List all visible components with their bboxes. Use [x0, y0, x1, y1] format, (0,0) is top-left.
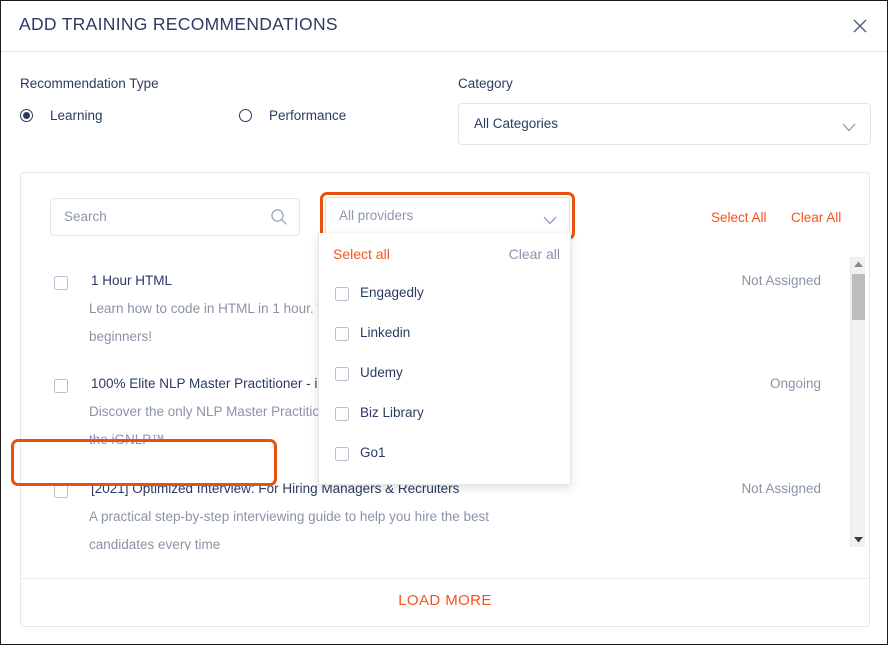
radio-learning-indicator: [20, 109, 33, 122]
category-label: Category: [458, 76, 513, 91]
search-placeholder: Search: [64, 209, 107, 224]
provider-clear-all-button[interactable]: Clear all: [509, 246, 560, 262]
course-checkbox[interactable]: [54, 379, 68, 393]
select-all-button[interactable]: Select All: [711, 210, 767, 225]
category-select-value: All Categories: [474, 116, 559, 131]
radio-performance[interactable]: Performance: [239, 108, 346, 123]
close-icon[interactable]: [847, 13, 873, 39]
provider-option-label: Engagedly: [360, 285, 424, 300]
provider-select-all-button[interactable]: Select all: [333, 246, 390, 262]
course-status: Ongoing: [769, 376, 821, 391]
modal-header: ADD TRAINING RECOMMENDATIONS: [1, 1, 887, 52]
provider-option-biz-library[interactable]: Biz Library: [319, 395, 572, 435]
provider-option-engagedly[interactable]: Engagedly: [319, 275, 572, 315]
search-icon[interactable]: [270, 208, 288, 226]
chevron-down-icon: [543, 212, 557, 225]
provider-checkbox[interactable]: [335, 447, 349, 461]
provider-option-label: Linkedin: [360, 325, 411, 340]
provider-option-go1[interactable]: Go1: [319, 435, 572, 475]
course-list-scrollbar[interactable]: [850, 257, 865, 547]
provider-option-label: Biz Library: [360, 405, 424, 420]
provider-checkbox[interactable]: [335, 407, 349, 421]
provider-dropdown-panel: Select all Clear all Engagedly Linkedin …: [318, 233, 571, 485]
course-description-line2: candidates every time: [89, 537, 221, 550]
provider-checkbox[interactable]: [335, 327, 349, 341]
course-checkbox[interactable]: [54, 276, 68, 290]
load-more-bar: LOAD MORE: [21, 578, 869, 626]
chevron-down-icon: [842, 119, 856, 132]
provider-option-label: Udemy: [360, 365, 403, 380]
triangle-up-icon[interactable]: [851, 257, 866, 272]
clear-all-button[interactable]: Clear All: [791, 210, 841, 225]
course-status: Not Assigned: [741, 273, 821, 288]
search-input[interactable]: Search: [50, 198, 300, 236]
provider-checkbox[interactable]: [335, 367, 349, 381]
recommendation-type-label: Recommendation Type: [20, 76, 159, 91]
category-select[interactable]: All Categories: [458, 103, 871, 145]
triangle-down-icon[interactable]: [851, 532, 866, 547]
course-status: Not Assigned: [741, 481, 821, 496]
provider-option-udemy[interactable]: Udemy: [319, 355, 572, 395]
add-training-recommendations-modal: ADD TRAINING RECOMMENDATIONS Recommendat…: [0, 0, 888, 645]
provider-dropdown-header: Select all Clear all: [319, 233, 572, 275]
form-row: Recommendation Type Category Learning Pe…: [1, 52, 887, 162]
provider-checkbox[interactable]: [335, 287, 349, 301]
load-more-button[interactable]: LOAD MORE: [21, 592, 869, 609]
course-title: 1 Hour HTML: [91, 273, 173, 288]
course-checkbox[interactable]: [54, 484, 68, 498]
provider-select-value: All providers: [339, 208, 414, 223]
provider-select[interactable]: All providers: [325, 197, 570, 235]
radio-performance-label: Performance: [269, 108, 347, 123]
radio-performance-indicator: [239, 109, 252, 122]
course-title: 100% Elite NLP Master Practitioner - iGN…: [91, 376, 346, 391]
provider-option-label: Go1: [360, 445, 386, 460]
course-description-line1: A practical step-by-step interviewing gu…: [89, 509, 489, 524]
page-title: ADD TRAINING RECOMMENDATIONS: [19, 14, 338, 34]
radio-learning[interactable]: Learning: [20, 108, 103, 123]
radio-learning-label: Learning: [50, 108, 103, 123]
scrollbar-thumb[interactable]: [852, 274, 865, 320]
provider-option-linkedin[interactable]: Linkedin: [319, 315, 572, 355]
